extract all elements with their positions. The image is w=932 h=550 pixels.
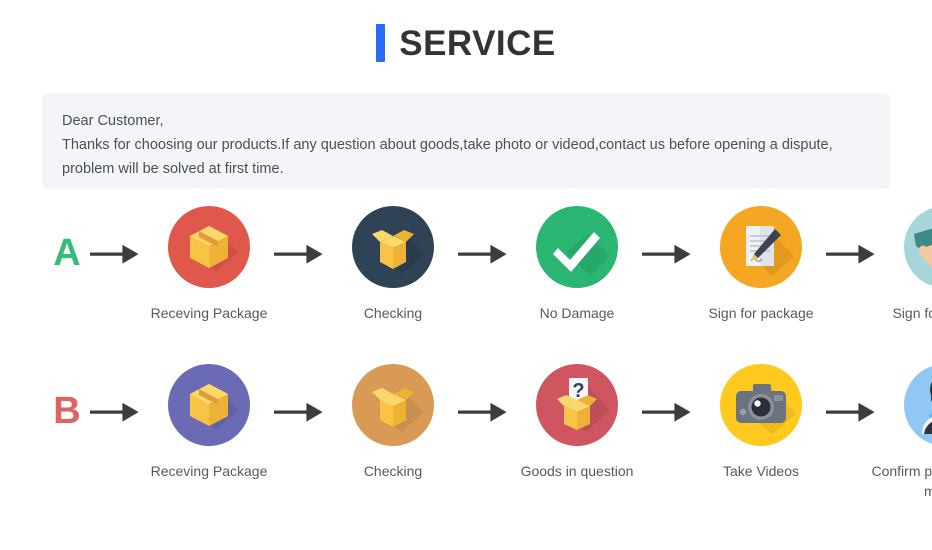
person-avatar-icon [904,364,932,446]
right-arrow-icon [458,206,512,266]
page-title: SERVICE [0,0,932,62]
closed-box-icon [168,206,250,288]
step-label: Sign for package [708,305,814,321]
step-a-4[interactable]: Sign for package [696,206,826,323]
step-a-1[interactable]: Receving Package [144,206,274,323]
right-arrow-icon [274,364,328,424]
service-page: SERVICE Dear Customer, Thanks for choosi… [0,0,932,550]
title-accent-bar [376,24,386,62]
step-label: Take Videos [722,463,799,479]
row-label-a: A [53,232,81,274]
step-b-4[interactable]: Take Videos [696,364,826,481]
question-box-icon: ? [536,364,618,446]
right-arrow-icon [642,206,696,266]
step-b-2[interactable]: Checking [328,364,458,481]
step-a-2[interactable]: Checking [328,206,458,323]
step-label: Receving Package [150,463,268,479]
document-pen-icon [720,206,802,288]
step-label: Receving Package [150,305,268,321]
check-mark-icon [536,206,618,288]
step-label: Sign for package [892,305,932,321]
right-arrow-icon [826,364,880,424]
notice-line-3: problem will be solved at first time. [62,161,284,177]
step-b-5[interactable]: Confirm problem,refund money [871,364,932,501]
notice-line-1: Dear Customer, [62,113,164,129]
customer-notice-panel: Dear Customer, Thanks for choosing our p… [42,93,890,189]
step-label: Goods in question [520,463,634,479]
right-arrow-icon [826,206,880,266]
step-label: Checking [363,305,423,321]
step-label: Checking [363,463,423,479]
step-label: No Damage [539,305,615,321]
step-b-1[interactable]: Receving Package [144,364,274,481]
right-arrow-icon [90,364,144,424]
right-arrow-icon [90,206,144,266]
row-label-b: B [53,390,81,432]
right-arrow-icon [274,206,328,266]
step-a-5[interactable]: Sign for package [880,206,932,323]
step-label: Confirm problem,refund money [871,463,932,499]
right-arrow-icon [642,364,696,424]
notice-line-2: Thanks for choosing our products.If any … [62,137,833,153]
right-arrow-icon [458,364,512,424]
handshake-icon [904,206,932,288]
flow-row-a: A Receving Package Checking No Damage Si… [0,206,932,323]
step-a-3[interactable]: No Damage [512,206,642,323]
camera-icon [720,364,802,446]
page-title-text: SERVICE [399,23,556,63]
step-b-3[interactable]: ? Goods in question [512,364,642,481]
open-box-icon [352,364,434,446]
open-box-icon [352,206,434,288]
closed-box-icon [168,364,250,446]
flow-row-b: B Receving Package Checking ? Goods in q… [0,364,932,501]
